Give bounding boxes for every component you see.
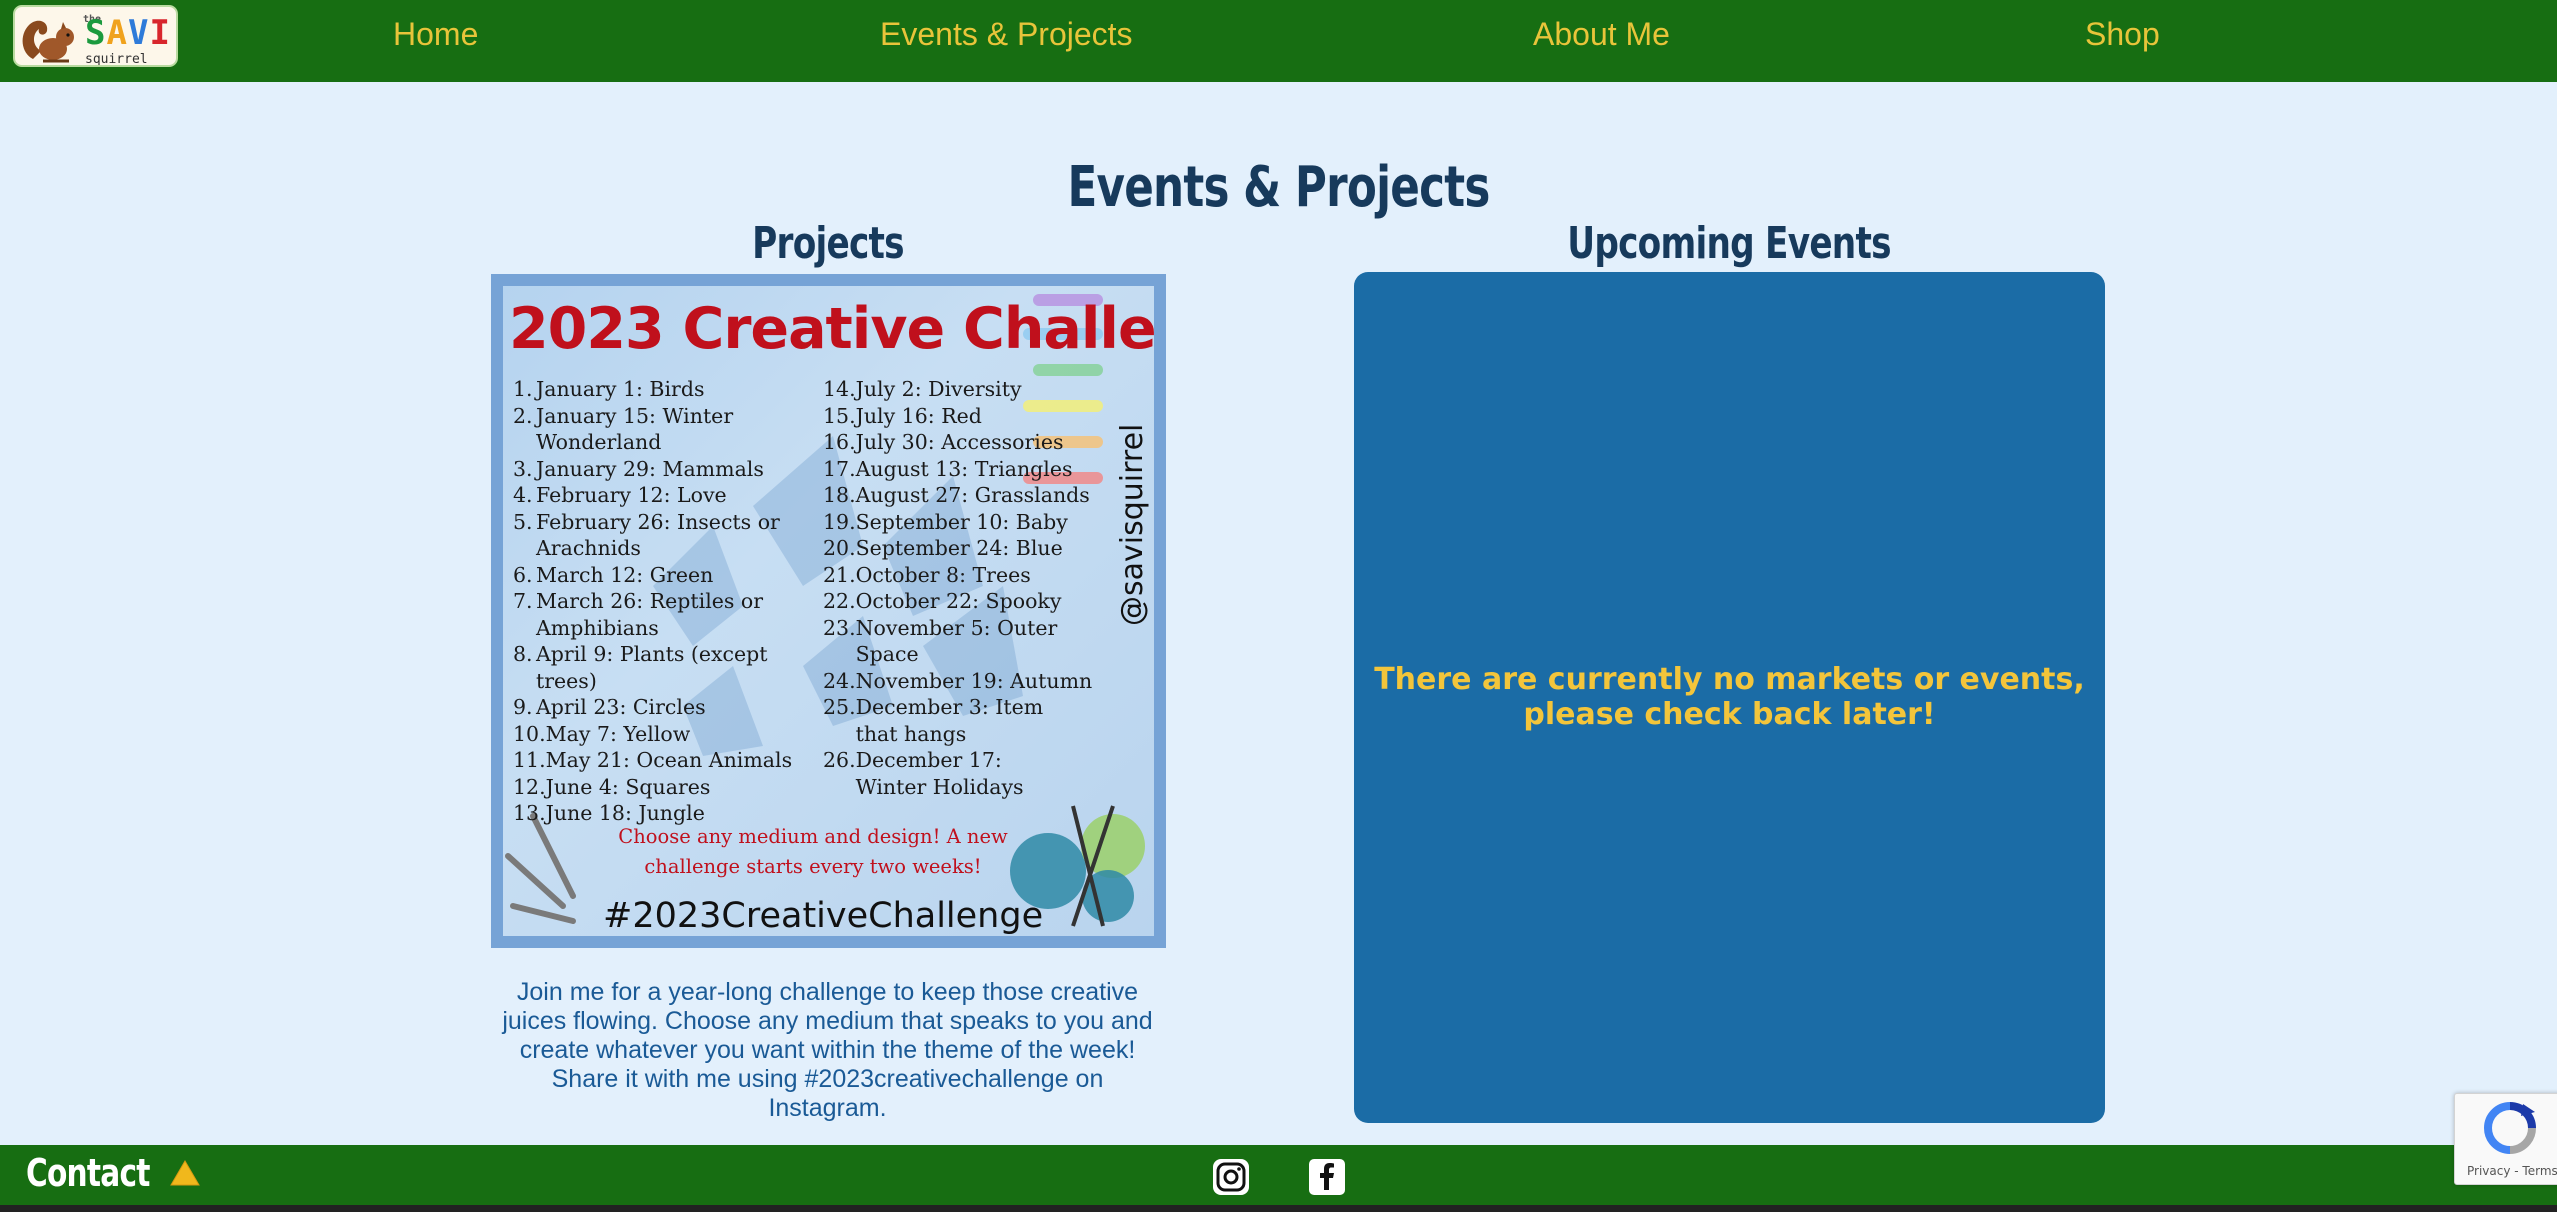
challenge-list-left: 1. January 1: Birds 2. January 15: Winter … bbox=[513, 376, 823, 827]
recaptcha-logo-icon bbox=[2484, 1102, 2536, 1154]
recaptcha-badge[interactable]: Privacy - Terms bbox=[2454, 1093, 2557, 1185]
list-item: 26. December 17: Winter Holidays bbox=[823, 748, 1024, 799]
footer-bar: Contact bbox=[0, 1145, 2557, 1205]
list-item: 11. May 21: Ocean Animals bbox=[513, 748, 793, 772]
list-item: 24. November 19: Autumn bbox=[823, 668, 1093, 693]
list-item: 20. September 24: Blue bbox=[823, 536, 1063, 560]
logo-wordmark: SAVI bbox=[85, 13, 171, 53]
nav-shop[interactable]: Shop bbox=[2085, 16, 2160, 53]
poster-hashtag: #2023CreativeChallenge bbox=[603, 896, 1044, 936]
instagram-icon[interactable] bbox=[1212, 1158, 1250, 1196]
list-item: 17. August 13: Triangles bbox=[823, 456, 1073, 481]
list-item: 14. July 2: Diversity bbox=[823, 377, 1022, 401]
list-item: 16. July 30: Accessories bbox=[823, 430, 1064, 454]
contact-toggle[interactable]: Contact bbox=[26, 1151, 201, 1195]
recaptcha-privacy-link[interactable]: Privacy bbox=[2467, 1164, 2510, 1178]
list-item: 7. March 26: Reptiles or Amphibians bbox=[513, 589, 764, 640]
page-title: Events & Projects bbox=[1067, 155, 1490, 220]
facebook-icon[interactable] bbox=[1308, 1158, 1346, 1196]
list-item: 18. August 27: Grasslands bbox=[823, 483, 1090, 507]
list-item: 23. November 5: Outer Space bbox=[823, 615, 1058, 667]
creative-challenge-poster: 2023 Creative Challenge 1.January 1: Bir… bbox=[491, 274, 1166, 948]
contact-label: Contact bbox=[26, 1151, 150, 1195]
list-item: 1. January 1: Birds bbox=[513, 377, 705, 401]
nav-events-projects[interactable]: Events & Projects bbox=[880, 16, 1133, 53]
list-item: 4. February 12: Love bbox=[513, 483, 727, 507]
events-panel: There are currently no markets or events… bbox=[1354, 272, 2105, 1123]
no-events-message: There are currently no markets or events… bbox=[1374, 662, 2085, 732]
squirrel-logo-icon bbox=[22, 20, 74, 63]
nav-about-me[interactable]: About Me bbox=[1533, 16, 1670, 53]
top-nav-bar: the SAVI squirrel nest Home Events & Pro… bbox=[0, 0, 2557, 82]
list-item: 12. June 4: Squares bbox=[513, 774, 711, 799]
list-item: 22. October 22: Spooky bbox=[823, 589, 1062, 613]
upcoming-events-heading: Upcoming Events bbox=[1567, 218, 1891, 269]
list-item: 3. January 29: Mammals bbox=[513, 456, 764, 481]
recaptcha-terms-link[interactable]: Terms bbox=[2522, 1164, 2557, 1178]
site-logo[interactable]: the SAVI squirrel nest bbox=[13, 5, 178, 67]
list-item: 15. July 16: Red bbox=[823, 403, 982, 428]
list-item: 8. April 9: Plants (except trees) bbox=[513, 642, 768, 693]
list-item: 9. April 23: Circles bbox=[513, 695, 706, 719]
list-item: 10. May 7: Yellow bbox=[513, 721, 691, 746]
list-item: 2. January 15: Winter Wonderland bbox=[513, 403, 734, 455]
list-item: 19. September 10: Baby bbox=[823, 509, 1068, 534]
footer-bottom-strip bbox=[0, 1205, 2557, 1212]
list-item: 21. October 8: Trees bbox=[823, 562, 1031, 587]
list-item: 25. December 3: Item that hangs bbox=[823, 695, 1044, 746]
list-item: 5. February 26: Insects or Arachnids bbox=[513, 509, 780, 561]
challenge-list-right: 14. July 2: Diversity 15. July 16: Red 16.… bbox=[823, 376, 1123, 800]
nav-home[interactable]: Home bbox=[393, 16, 478, 53]
recaptcha-separator: - bbox=[2510, 1164, 2523, 1178]
poster-title: 2023 Creative Challenge bbox=[509, 296, 1156, 362]
projects-heading: Projects bbox=[752, 218, 904, 269]
poster-tagline: Choose any medium and design! A new chal… bbox=[618, 825, 1008, 878]
poster-instagram-handle: @savisquirrel bbox=[1115, 423, 1150, 626]
recaptcha-links: Privacy - Terms bbox=[2467, 1164, 2557, 1178]
project-description: Join me for a year-long challenge to kee… bbox=[502, 978, 1153, 1122]
list-item: 6. March 12: Green bbox=[513, 562, 714, 587]
logo-subtitle: squirrel nest bbox=[85, 52, 148, 67]
triangle-up-icon bbox=[169, 1160, 200, 1186]
